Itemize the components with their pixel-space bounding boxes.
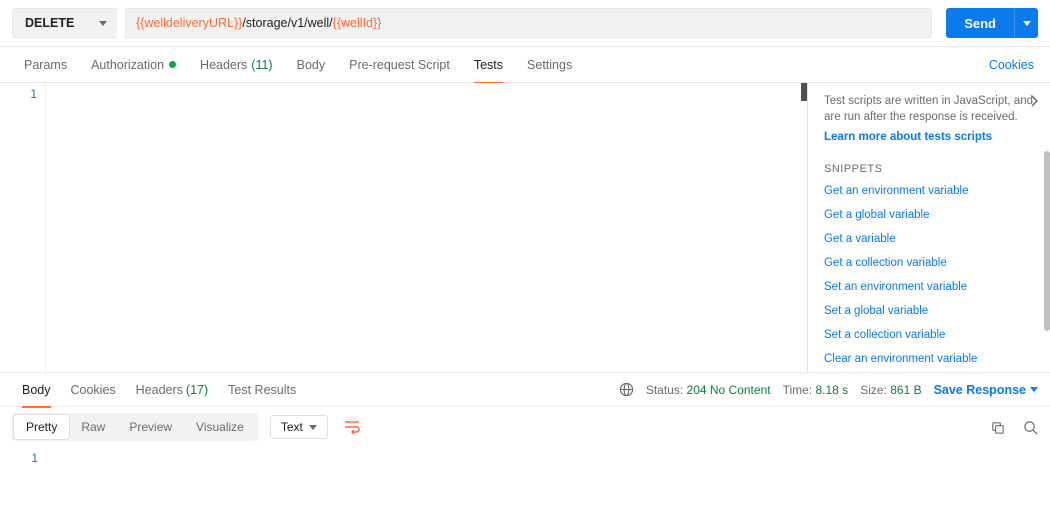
cookies-link[interactable]: Cookies bbox=[989, 58, 1038, 72]
line-number: 1 bbox=[0, 451, 38, 465]
response-editor[interactable]: 1 bbox=[0, 447, 1050, 507]
send-group: Send bbox=[946, 8, 1038, 38]
method-select[interactable]: DELETE bbox=[12, 8, 117, 38]
method-value: DELETE bbox=[25, 16, 74, 30]
chevron-down-icon bbox=[1030, 387, 1038, 392]
tests-editor[interactable]: 1 bbox=[0, 83, 808, 372]
snippet-item[interactable]: Get an environment variable bbox=[824, 185, 1034, 197]
chevron-down-icon bbox=[309, 425, 317, 430]
time-value: 8.18 s bbox=[815, 383, 848, 397]
size-value: 861 B bbox=[890, 383, 921, 397]
snippets-description: Test scripts are written in JavaScript, … bbox=[824, 93, 1034, 125]
snippet-item[interactable]: Set an environment variable bbox=[824, 281, 1034, 293]
snippet-item[interactable]: Get a collection variable bbox=[824, 257, 1034, 269]
response-meta: Status: 204 No Content Time: 8.18 s Size… bbox=[619, 382, 1038, 397]
line-number: 1 bbox=[0, 87, 37, 101]
status-value: 204 No Content bbox=[687, 383, 771, 397]
view-preview-button[interactable]: Preview bbox=[117, 415, 184, 439]
globe-icon[interactable] bbox=[619, 382, 634, 397]
response-tabs: Body Cookies Headers(17) Test Results St… bbox=[0, 373, 1050, 407]
response-toolbar: Pretty Raw Preview Visualize Text bbox=[0, 407, 1050, 447]
snippet-item[interactable]: Clear an environment variable bbox=[824, 353, 1034, 365]
tab-params[interactable]: Params bbox=[12, 47, 79, 83]
size-label: Size: bbox=[860, 383, 887, 397]
url-variable: {{wellId}} bbox=[333, 16, 382, 30]
view-visualize-button[interactable]: Visualize bbox=[184, 415, 256, 439]
request-tabs: Params Authorization Headers(11) Body Pr… bbox=[0, 47, 1050, 83]
toolbar-right bbox=[990, 420, 1038, 435]
url-path: /storage/v1/well/ bbox=[242, 16, 332, 30]
chevron-right-icon[interactable] bbox=[1030, 95, 1038, 107]
snippet-item[interactable]: Get a global variable bbox=[824, 209, 1034, 221]
request-bar: DELETE {{welldeliveryURL}}/storage/v1/we… bbox=[0, 0, 1050, 47]
snippets-header: SNIPPETS bbox=[824, 163, 1034, 175]
time-label: Time: bbox=[783, 383, 813, 397]
resp-tab-headers[interactable]: Headers(17) bbox=[126, 373, 218, 407]
save-response-button[interactable]: Save Response bbox=[934, 383, 1038, 397]
response-gutter: 1 bbox=[0, 447, 46, 507]
mid-section: 1 Test scripts are written in JavaScript… bbox=[0, 83, 1050, 373]
snippet-item[interactable]: Set a global variable bbox=[824, 305, 1034, 317]
chevron-down-icon bbox=[1023, 21, 1031, 26]
learn-more-link[interactable]: Learn more about tests scripts bbox=[824, 131, 1034, 143]
copy-icon[interactable] bbox=[990, 420, 1005, 435]
search-icon[interactable] bbox=[1023, 420, 1038, 435]
editor-body[interactable] bbox=[46, 83, 807, 372]
snippet-item[interactable]: Set a collection variable bbox=[824, 329, 1034, 341]
url-variable: {{welldeliveryURL}} bbox=[136, 16, 242, 30]
view-pretty-button[interactable]: Pretty bbox=[14, 415, 69, 439]
snippets-list: Get an environment variable Get a global… bbox=[824, 185, 1034, 365]
view-raw-button[interactable]: Raw bbox=[69, 415, 117, 439]
chevron-down-icon bbox=[99, 21, 107, 26]
tab-headers[interactable]: Headers(11) bbox=[188, 47, 285, 83]
tab-authorization[interactable]: Authorization bbox=[79, 47, 188, 83]
resp-tab-cookies[interactable]: Cookies bbox=[61, 373, 126, 407]
view-mode-group: Pretty Raw Preview Visualize bbox=[12, 413, 258, 441]
resp-tab-body[interactable]: Body bbox=[12, 373, 61, 407]
send-dropdown-button[interactable] bbox=[1014, 8, 1038, 38]
status-label: Status: bbox=[646, 383, 683, 397]
tab-settings[interactable]: Settings bbox=[515, 47, 584, 83]
editor-gutter: 1 bbox=[0, 83, 46, 372]
send-button[interactable]: Send bbox=[946, 8, 1014, 38]
scrollbar[interactable] bbox=[1044, 151, 1050, 331]
tab-body[interactable]: Body bbox=[285, 47, 338, 83]
tab-tests[interactable]: Tests bbox=[462, 47, 515, 83]
tab-prerequest[interactable]: Pre-request Script bbox=[337, 47, 462, 83]
snippet-item[interactable]: Get a variable bbox=[824, 233, 1034, 245]
language-select[interactable]: Text bbox=[270, 415, 328, 439]
wrap-lines-button[interactable] bbox=[338, 414, 366, 440]
split-handle[interactable] bbox=[801, 83, 807, 101]
resp-tab-testresults[interactable]: Test Results bbox=[218, 373, 306, 407]
status-dot-icon bbox=[169, 61, 176, 68]
url-input[interactable]: {{welldeliveryURL}}/storage/v1/well/{{we… bbox=[125, 8, 932, 38]
snippets-panel: Test scripts are written in JavaScript, … bbox=[808, 83, 1050, 372]
